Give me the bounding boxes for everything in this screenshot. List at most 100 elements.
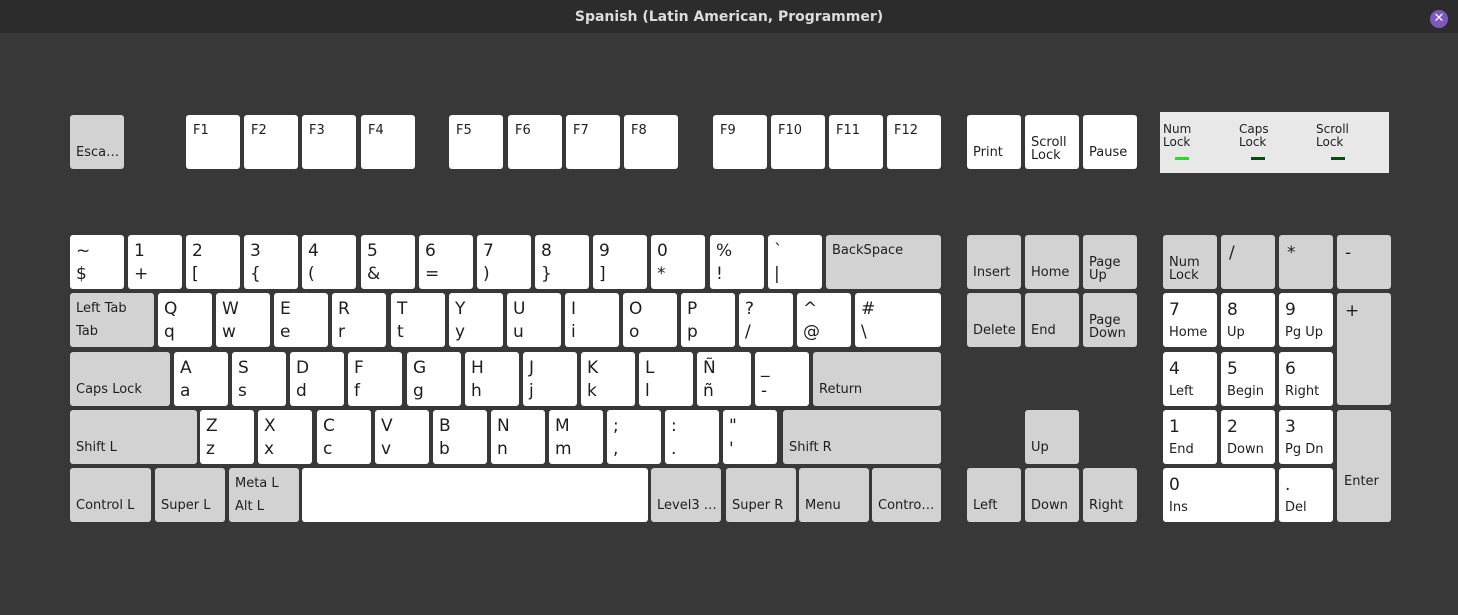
key-page-down[interactable]: Page Down [1083, 293, 1137, 347]
key-f5[interactable]: F5 [449, 115, 503, 169]
key-n7[interactable]: 7) [477, 235, 531, 289]
key-control-r[interactable]: Contro… [872, 468, 941, 522]
key-control-l[interactable]: Control L [70, 468, 151, 522]
key-num-lock[interactable]: Num Lock [1163, 235, 1217, 289]
key-menu[interactable]: Menu [799, 468, 869, 522]
key-kp2[interactable]: 2 Down [1221, 410, 1275, 464]
key-e[interactable]: Ee [274, 293, 328, 347]
key-f3[interactable]: F3 [302, 115, 356, 169]
key-right[interactable]: Right [1083, 468, 1137, 522]
key-n0[interactable]: 0 * [651, 235, 705, 289]
key-kp1[interactable]: 1 End [1163, 410, 1217, 464]
key-f10[interactable]: F10 [771, 115, 825, 169]
key-p[interactable]: Pp [681, 293, 735, 347]
key-f12[interactable]: F12 [887, 115, 941, 169]
key-pause[interactable]: Pause [1083, 115, 1137, 169]
key-r[interactable]: Rr [332, 293, 386, 347]
key-g[interactable]: Gg [407, 352, 461, 406]
key-b[interactable]: Bb [433, 410, 487, 464]
key-end[interactable]: End [1025, 293, 1079, 347]
key-backslash[interactable]: # \ [855, 293, 941, 347]
key-super-l[interactable]: Super L [155, 468, 225, 522]
key-f9[interactable]: F9 [713, 115, 767, 169]
key-h[interactable]: Hh [465, 352, 519, 406]
key-tab[interactable]: Left Tab Tab [70, 293, 154, 347]
key-n4[interactable]: 4( [302, 235, 356, 289]
key-k[interactable]: Kk [581, 352, 635, 406]
key-j[interactable]: Jj [523, 352, 577, 406]
key-kp4[interactable]: 4 Left [1163, 352, 1217, 406]
key-super-r[interactable]: Super R [726, 468, 796, 522]
key-kp-enter[interactable]: Enter [1337, 410, 1391, 522]
key-left[interactable]: Left [967, 468, 1021, 522]
key-slash[interactable]: " ' [723, 410, 777, 464]
key-period[interactable]: :. [665, 410, 719, 464]
key-n1[interactable]: 1 + [128, 235, 182, 289]
key-f4[interactable]: F4 [361, 115, 415, 169]
key-kp-plus[interactable]: + [1337, 293, 1391, 405]
key-level3[interactable]: Level3 … [651, 468, 721, 522]
key-y[interactable]: Yy [449, 293, 503, 347]
key-kp5[interactable]: 5 Begin [1221, 352, 1275, 406]
key-grave[interactable]: ~ $ [70, 235, 124, 289]
key-shift-r[interactable]: Shift R [783, 410, 941, 464]
key-i[interactable]: Ii [565, 293, 619, 347]
key-n[interactable]: Nn [491, 410, 545, 464]
key-down[interactable]: Down [1025, 468, 1079, 522]
key-t[interactable]: Tt [391, 293, 445, 347]
key-lbracket[interactable]: ? / [739, 293, 793, 347]
key-kp-multiply[interactable]: * [1279, 235, 1333, 289]
key-alt-l[interactable]: Meta L Alt L [229, 468, 299, 522]
key-home[interactable]: Home [1025, 235, 1079, 289]
key-quote[interactable]: _ - [755, 352, 809, 406]
key-a[interactable]: Aa [174, 352, 228, 406]
key-z[interactable]: Zz [200, 410, 254, 464]
key-f[interactable]: Ff [348, 352, 402, 406]
key-f2[interactable]: F2 [244, 115, 298, 169]
key-caps[interactable]: Caps Lock [70, 352, 170, 406]
key-kp-decimal[interactable]: . Del [1279, 468, 1333, 522]
key-rbracket[interactable]: ^ @ [797, 293, 851, 347]
key-m[interactable]: Mm [549, 410, 603, 464]
key-semicolon[interactable]: Ññ [697, 352, 751, 406]
key-kp7[interactable]: 7 Home [1163, 293, 1217, 347]
key-space[interactable] [302, 468, 648, 522]
key-delete[interactable]: Delete [967, 293, 1021, 347]
key-page-up[interactable]: Page Up [1083, 235, 1137, 289]
key-comma[interactable]: ;, [607, 410, 661, 464]
key-n6[interactable]: 6 = [419, 235, 473, 289]
key-n5[interactable]: 5 & [361, 235, 415, 289]
key-f6[interactable]: F6 [508, 115, 562, 169]
key-up[interactable]: Up [1025, 410, 1079, 464]
key-c[interactable]: Cc [317, 410, 371, 464]
key-w[interactable]: Ww [216, 293, 270, 347]
key-backspace[interactable]: BackSpace [826, 235, 941, 289]
key-n2[interactable]: 2[ [186, 235, 240, 289]
close-button[interactable]: ✕ [1430, 10, 1448, 28]
key-minus[interactable]: %! [710, 235, 764, 289]
key-shift-l[interactable]: Shift L [70, 410, 197, 464]
key-n3[interactable]: 3{ [244, 235, 298, 289]
key-v[interactable]: Vv [375, 410, 429, 464]
key-d[interactable]: Dd [290, 352, 344, 406]
key-n9[interactable]: 9] [593, 235, 647, 289]
key-print[interactable]: Print [967, 115, 1021, 169]
key-kp8[interactable]: 8 Up [1221, 293, 1275, 347]
key-kp3[interactable]: 3 Pg Dn [1279, 410, 1333, 464]
key-f7[interactable]: F7 [566, 115, 620, 169]
key-n8[interactable]: 8} [535, 235, 589, 289]
key-scroll-lock[interactable]: Scroll Lock [1025, 115, 1079, 169]
key-o[interactable]: Oo [623, 293, 677, 347]
key-u[interactable]: Uu [507, 293, 561, 347]
key-x[interactable]: Xx [258, 410, 312, 464]
key-f8[interactable]: F8 [624, 115, 678, 169]
key-equal[interactable]: ` | [768, 235, 822, 289]
key-kp0[interactable]: 0 Ins [1163, 468, 1275, 522]
key-kp-divide[interactable]: / [1221, 235, 1275, 289]
key-s[interactable]: Ss [232, 352, 286, 406]
key-esc[interactable]: Esca… [70, 115, 124, 169]
key-f11[interactable]: F11 [829, 115, 883, 169]
key-l[interactable]: Ll [639, 352, 693, 406]
key-kp6[interactable]: 6 Right [1279, 352, 1333, 406]
key-return[interactable]: Return [813, 352, 941, 406]
